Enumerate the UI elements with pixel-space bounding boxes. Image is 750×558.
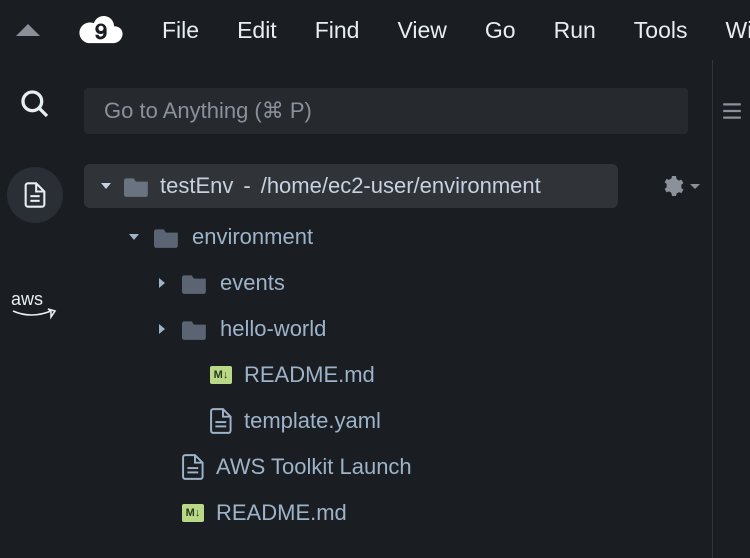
tree-folder-environment[interactable]: environment <box>84 214 692 260</box>
chevron-down-icon <box>98 179 114 193</box>
file-icon <box>210 408 232 434</box>
tree-item-label: AWS Toolkit Launch <box>216 454 412 480</box>
chevron-down-icon <box>126 230 142 244</box>
tree-item-label: hello-world <box>220 316 326 342</box>
collapse-up-icon[interactable] <box>16 24 40 36</box>
tree-file-readme-md-root[interactable]: M↓ README.md <box>84 490 692 536</box>
right-dock <box>712 60 750 558</box>
sidebar-icons: aws <box>0 60 70 558</box>
tree-header: testEnv - /home/ec2-user/environment <box>84 164 692 208</box>
tree-file-template-yaml[interactable]: template.yaml <box>84 398 692 444</box>
menu-view[interactable]: View <box>397 17 446 44</box>
svg-text:aws: aws <box>11 289 43 309</box>
file-icon <box>182 454 204 480</box>
file-explorer-tab[interactable] <box>7 167 63 223</box>
explorer-panel: Go to Anything (⌘ P) testEnv - /home/ec2… <box>70 60 712 558</box>
chevron-right-icon <box>154 322 170 336</box>
tree-item-label: README.md <box>244 362 375 388</box>
folder-icon <box>182 318 208 340</box>
goto-anything-input[interactable]: Go to Anything (⌘ P) <box>84 88 688 134</box>
menubar: File Edit Find View Go Run Tools Window <box>0 0 750 60</box>
goto-placeholder: Go to Anything (⌘ P) <box>104 98 312 124</box>
chevron-down-icon <box>690 184 700 189</box>
menu-run[interactable]: Run <box>554 17 596 44</box>
tree-file-readme-md[interactable]: M↓ README.md <box>84 352 692 398</box>
root-path: /home/ec2-user/environment <box>261 173 541 199</box>
gear-icon <box>660 174 684 198</box>
folder-icon <box>154 226 180 248</box>
menu-edit[interactable]: Edit <box>237 17 277 44</box>
menu-file[interactable]: File <box>162 17 199 44</box>
cloud9-logo-icon[interactable] <box>78 15 124 45</box>
tree-folder-events[interactable]: events <box>84 260 692 306</box>
file-tree: environment events hello-world M↓ README… <box>84 214 692 536</box>
menu-go[interactable]: Go <box>485 17 516 44</box>
chevron-right-icon <box>154 276 170 290</box>
root-name: testEnv <box>160 173 233 199</box>
tree-file-aws-toolkit-launch[interactable]: AWS Toolkit Launch <box>84 444 692 490</box>
tree-item-label: environment <box>192 224 313 250</box>
tree-root-row[interactable]: testEnv - /home/ec2-user/environment <box>84 164 618 208</box>
folder-icon <box>124 175 150 197</box>
tree-item-label: template.yaml <box>244 408 381 434</box>
markdown-file-icon: M↓ <box>182 504 204 522</box>
menu-find[interactable]: Find <box>315 17 360 44</box>
aws-explorer-tab[interactable]: aws <box>11 289 59 326</box>
tree-settings-button[interactable] <box>660 174 700 198</box>
outline-panel-button[interactable] <box>721 100 743 127</box>
folder-icon <box>182 272 208 294</box>
tree-folder-hello-world[interactable]: hello-world <box>84 306 692 352</box>
markdown-file-icon: M↓ <box>210 366 232 384</box>
menu-tools[interactable]: Tools <box>634 17 688 44</box>
search-icon[interactable] <box>19 88 51 125</box>
tree-item-label: README.md <box>216 500 347 526</box>
menu-window[interactable]: Window <box>725 17 750 44</box>
tree-item-label: events <box>220 270 285 296</box>
main-area: aws Go to Anything (⌘ P) testEnv - /home… <box>0 60 750 558</box>
root-path-sep: - <box>243 173 250 199</box>
